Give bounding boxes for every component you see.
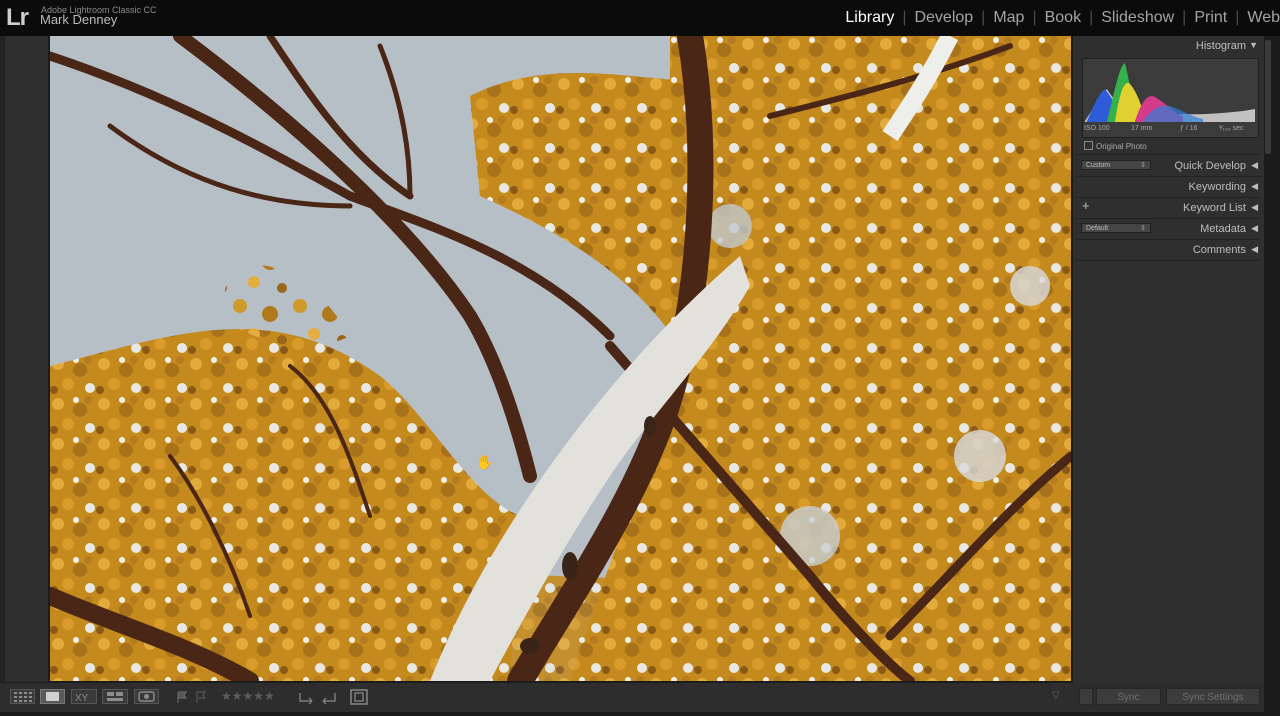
exif-shutter: ¹⁄₁₀₀ sec bbox=[1219, 125, 1244, 132]
people-view-button[interactable] bbox=[134, 689, 159, 704]
metadata-preset-select[interactable]: Default ⇕ bbox=[1081, 223, 1151, 233]
triangle-down-icon: ▼ bbox=[1249, 40, 1258, 50]
saved-preset-select[interactable]: Custom ⇕ bbox=[1081, 160, 1151, 170]
module-print[interactable]: Print bbox=[1186, 9, 1235, 27]
loupe-icon bbox=[46, 692, 59, 701]
rotate-left-icon[interactable] bbox=[297, 690, 315, 705]
exif-focal-length: 17 mm bbox=[1131, 125, 1153, 132]
exif-iso: ISO 100 bbox=[1084, 125, 1110, 132]
select-arrows-icon: ⇕ bbox=[1140, 225, 1146, 232]
sync-button[interactable]: Sync bbox=[1096, 688, 1161, 705]
module-slideshow[interactable]: Slideshow bbox=[1093, 9, 1182, 27]
add-keyword-button[interactable]: + bbox=[1082, 198, 1090, 213]
rotate-right-icon[interactable] bbox=[320, 690, 338, 705]
keywording-title: Keywording bbox=[1188, 181, 1246, 193]
photo-image bbox=[50, 36, 1071, 681]
histogram-title: Histogram bbox=[1195, 40, 1246, 52]
compare-view-button[interactable]: XY bbox=[71, 689, 97, 704]
module-picker: Library | Develop | Map | Book | Slidesh… bbox=[837, 9, 1280, 27]
right-toolbar: Sync Sync Settings bbox=[1073, 682, 1264, 712]
histogram-header[interactable]: Histogram ▼ bbox=[1073, 36, 1264, 56]
module-book[interactable]: Book bbox=[1037, 9, 1089, 27]
hand-cursor-icon: ✋ bbox=[476, 454, 494, 470]
lightroom-logo: Lr bbox=[6, 4, 29, 31]
compare-icon: XY bbox=[75, 693, 89, 704]
sync-settings-button[interactable]: Sync Settings bbox=[1166, 688, 1260, 705]
comments-header[interactable]: Comments ◀ bbox=[1073, 240, 1264, 260]
keywording-header[interactable]: Keywording ◀ bbox=[1073, 177, 1264, 197]
keyword-list-header[interactable]: + Keyword List ◀ bbox=[1073, 198, 1264, 218]
triangle-left-icon: ◀ bbox=[1251, 160, 1258, 170]
svg-text:XY: XY bbox=[75, 693, 89, 703]
auto-sync-toggle[interactable] bbox=[1079, 688, 1093, 705]
module-map[interactable]: Map bbox=[985, 9, 1032, 27]
top-bar: Lr Adobe Lightroom Classic CC Mark Denne… bbox=[0, 0, 1280, 36]
original-photo-label: Original Photo bbox=[1096, 142, 1147, 151]
grid-icon bbox=[14, 692, 32, 702]
left-panel-edge[interactable] bbox=[0, 36, 5, 684]
quick-develop-title: Quick Develop bbox=[1174, 160, 1246, 172]
star-rating[interactable]: ★★★★★ bbox=[221, 689, 275, 703]
saved-preset-value: Custom bbox=[1086, 162, 1111, 169]
user-name[interactable]: Mark Denney bbox=[40, 12, 117, 27]
metadata-preset-value: Default bbox=[1086, 225, 1109, 232]
triangle-left-icon: ◀ bbox=[1251, 244, 1258, 254]
keyword-list-title: Keyword List bbox=[1183, 202, 1246, 214]
select-arrows-icon: ⇕ bbox=[1140, 162, 1146, 169]
survey-view-button[interactable] bbox=[102, 689, 128, 704]
module-library[interactable]: Library bbox=[837, 9, 902, 27]
flag-reject-icon[interactable] bbox=[195, 691, 207, 704]
bottom-edge bbox=[0, 712, 1264, 716]
bottom-toolbar: XY ★★★★★ ▽ bbox=[0, 682, 1073, 713]
photo-loupe-view[interactable] bbox=[50, 36, 1071, 681]
triangle-left-icon: ◀ bbox=[1251, 202, 1258, 212]
comments-title: Comments bbox=[1192, 244, 1246, 256]
left-panel-collapsed[interactable] bbox=[0, 36, 49, 684]
module-web[interactable]: Web bbox=[1239, 9, 1280, 27]
panel-divider bbox=[1076, 260, 1261, 261]
panel-divider bbox=[1076, 154, 1261, 155]
original-photo-toggle[interactable]: Original Photo bbox=[1084, 141, 1147, 151]
original-photo-checkbox[interactable] bbox=[1084, 141, 1093, 150]
triangle-left-icon: ◀ bbox=[1251, 181, 1258, 191]
exif-aperture: ƒ / 16 bbox=[1180, 125, 1198, 132]
triangle-left-icon: ◀ bbox=[1251, 223, 1258, 233]
toolbar-menu-chevron-icon[interactable]: ▽ bbox=[1052, 690, 1060, 701]
grid-view-button[interactable] bbox=[10, 689, 35, 704]
zoom-frame-icon[interactable] bbox=[349, 688, 369, 706]
right-panel: Histogram ▼ ISO 100 17 mm ƒ / 16 ¹⁄₁₀₀ s… bbox=[1073, 36, 1264, 684]
metadata-title: Metadata bbox=[1200, 223, 1246, 235]
people-icon bbox=[138, 691, 155, 702]
module-develop[interactable]: Develop bbox=[906, 9, 981, 27]
flag-icon[interactable] bbox=[176, 691, 188, 704]
right-panel-scrollbar[interactable] bbox=[1265, 40, 1271, 154]
survey-icon bbox=[107, 692, 123, 701]
loupe-view-button[interactable] bbox=[40, 689, 65, 704]
